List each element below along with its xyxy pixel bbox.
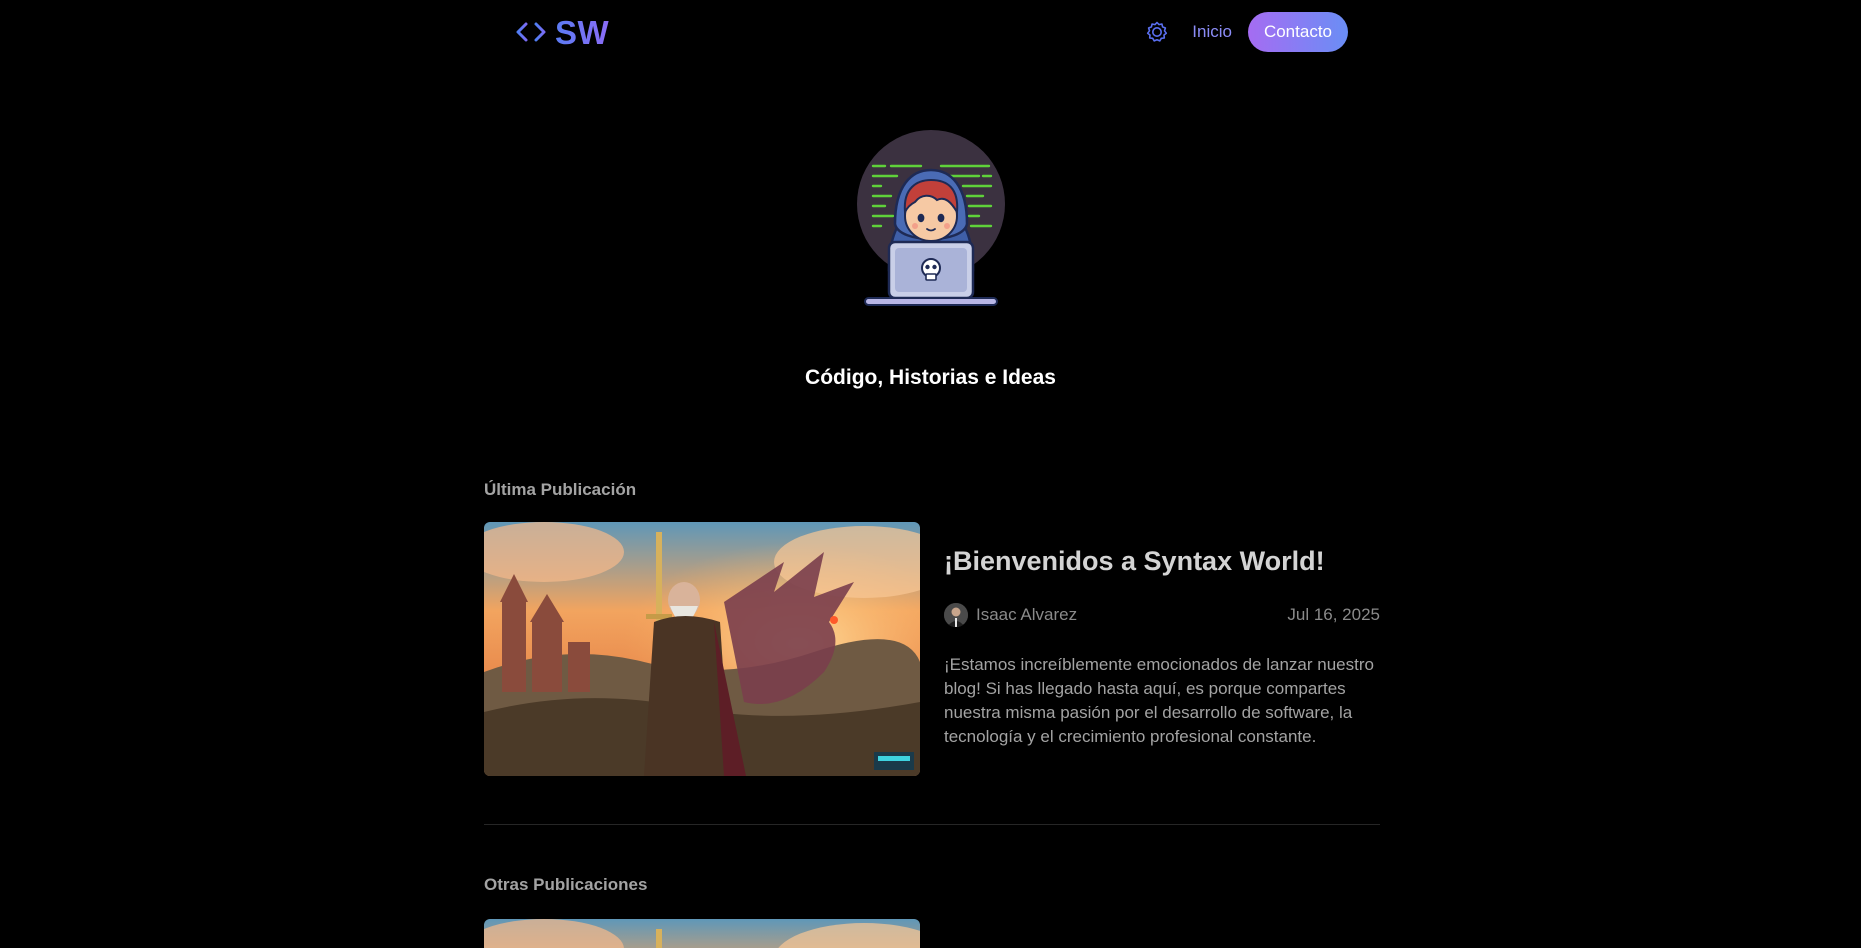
hero-subtitle: Código, Historias e Ideas: [805, 366, 1056, 389]
hacker-laptop-illustration: [856, 130, 1005, 306]
section-divider: [484, 824, 1380, 825]
logo-text: SW: [555, 13, 610, 51]
post-cover-image[interactable]: [484, 522, 920, 776]
author-avatar: [944, 603, 968, 627]
main-content: Última Publicación ¡Bienvenidos a Syntax…: [484, 480, 1380, 948]
code-brackets-icon: [516, 22, 546, 42]
author-name: Isaac Alvarez: [976, 605, 1078, 624]
sun-gear-icon: [1147, 21, 1168, 42]
post-date: Jul 16, 2025: [1287, 605, 1380, 624]
main-nav: Inicio Contacto: [1144, 12, 1348, 52]
hero-avatar: [851, 120, 1011, 320]
post-meta: Isaac Alvarez Jul 16, 2025: [944, 603, 1380, 627]
other-post-card-image[interactable]: [484, 919, 920, 948]
top-navigation-bar: SW Inicio Contacto: [0, 0, 1861, 64]
site-logo-link[interactable]: SW: [515, 12, 609, 52]
post-excerpt: ¡Estamos increíblemente emocionados de l…: [944, 655, 1374, 746]
page: SW Inicio Contacto Código, Historias e I…: [0, 0, 1861, 948]
post-title[interactable]: ¡Bienvenidos a Syntax World!: [944, 546, 1380, 577]
featured-post-card[interactable]: ¡Bienvenidos a Syntax World! Isaac Alvar…: [484, 522, 1380, 776]
warrior-dragon-artwork: [484, 522, 920, 776]
post-author: Isaac Alvarez: [944, 603, 1077, 627]
other-posts-section-label: Otras Publicaciones: [484, 875, 648, 894]
post-details: ¡Bienvenidos a Syntax World! Isaac Alvar…: [944, 522, 1380, 776]
hero-section: Código, Historias e Ideas: [0, 120, 1861, 390]
nav-link-home[interactable]: Inicio: [1192, 22, 1232, 42]
latest-section-label: Última Publicación: [484, 480, 637, 499]
contact-button[interactable]: Contacto: [1247, 12, 1348, 52]
theme-toggle-button[interactable]: [1144, 19, 1170, 45]
warrior-dragon-artwork-thumbnail: [484, 919, 920, 948]
